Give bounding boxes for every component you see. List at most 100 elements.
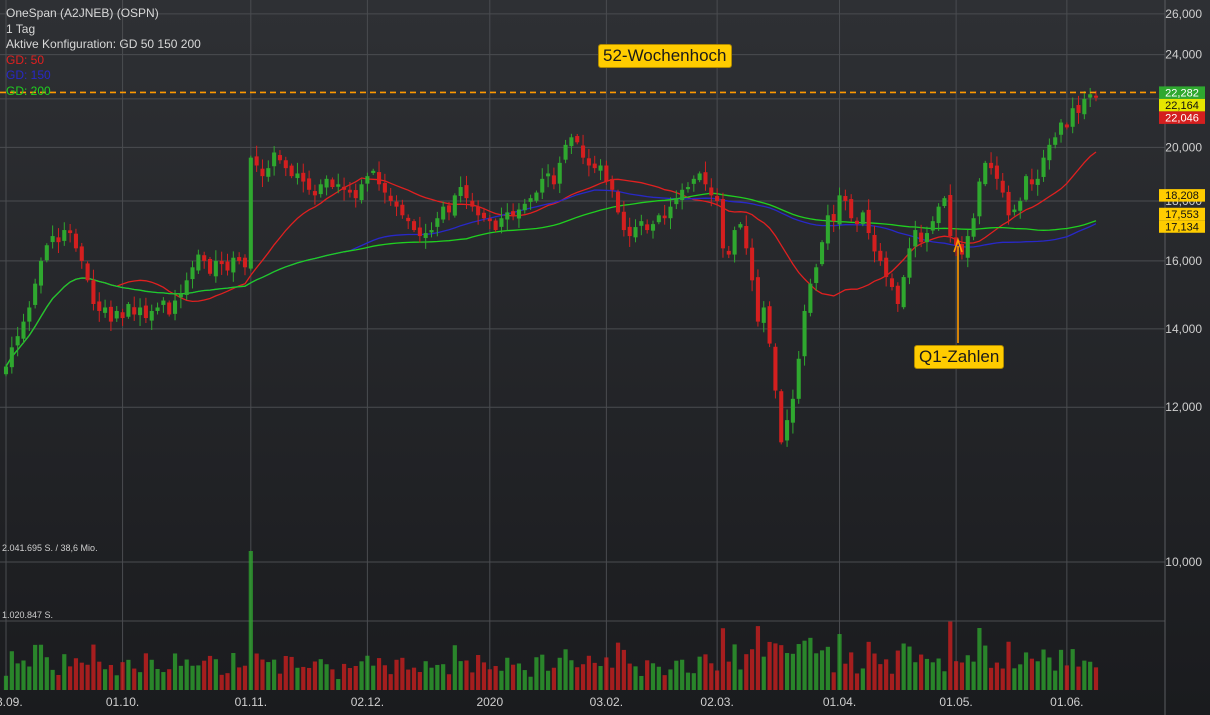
candle-body xyxy=(546,173,551,177)
candle-body xyxy=(307,178,312,190)
candle-body xyxy=(674,198,679,205)
volume-bar xyxy=(231,653,236,690)
candle-body xyxy=(907,248,912,278)
candle-body xyxy=(114,310,119,319)
x-tick-label: 03.09. xyxy=(0,695,23,709)
candle-body xyxy=(505,212,510,220)
candle-body xyxy=(1012,209,1017,213)
volume-bar xyxy=(528,676,533,690)
volume-bar xyxy=(720,628,726,690)
volume-bar xyxy=(207,655,213,690)
candlestick-chart[interactable]: 12,00014,00016,00018,00020,00024,00026,0… xyxy=(0,0,1210,715)
candle-body xyxy=(761,307,766,323)
volume-bar xyxy=(889,673,895,690)
price-label-text: 17,553 xyxy=(1165,209,1199,221)
candle-body xyxy=(516,209,521,219)
volume-bar xyxy=(773,643,778,690)
volume-bar xyxy=(225,673,230,690)
volume-bar xyxy=(172,653,178,690)
volume-bar xyxy=(645,660,650,690)
legend-ma200[interactable]: GD: 200 xyxy=(6,84,201,100)
candle-body xyxy=(318,184,323,195)
candle-body xyxy=(452,195,457,216)
candle-body xyxy=(878,250,883,261)
volume-bar xyxy=(1070,649,1075,690)
candle-body xyxy=(744,226,749,249)
volume-bar xyxy=(312,661,318,690)
candle-body xyxy=(371,170,376,173)
candle-body xyxy=(645,224,650,231)
candle-body xyxy=(971,218,976,237)
candle-body xyxy=(843,195,848,201)
legend-ma50[interactable]: GD: 50 xyxy=(6,53,201,69)
volume-bar xyxy=(843,663,848,690)
candle-body xyxy=(773,346,778,391)
chart-info-panel: OneSpan (A2JNEB) (OSPN) 1 Tag Aktive Kon… xyxy=(6,6,201,99)
candle-body xyxy=(650,224,656,231)
candle-body xyxy=(161,300,166,305)
candle-body xyxy=(895,285,900,305)
candle-body xyxy=(709,187,714,196)
chart-svg[interactable]: 12,00014,00016,00018,00020,00024,00026,0… xyxy=(0,0,1210,715)
candle-body xyxy=(534,192,539,201)
candle-body xyxy=(936,206,941,224)
candle-body xyxy=(575,136,580,143)
volume-bar xyxy=(866,641,871,690)
candle-body xyxy=(831,214,836,222)
candle-body xyxy=(277,155,282,161)
volume-bar xyxy=(277,673,283,690)
ma50-line xyxy=(5,151,1097,367)
price-label-text: 22,164 xyxy=(1165,100,1199,112)
candle-body xyxy=(85,263,90,281)
volume-bar xyxy=(1064,665,1069,690)
volume-bar xyxy=(266,662,271,690)
volume-bar xyxy=(289,656,294,690)
candle-body xyxy=(639,221,644,226)
candle-body xyxy=(680,189,685,201)
price-label-text: 18,208 xyxy=(1165,190,1199,202)
volume-bar xyxy=(97,661,102,690)
candle-body xyxy=(627,226,632,237)
volume-bar xyxy=(435,664,440,690)
candle-body xyxy=(732,230,737,255)
volume-bar xyxy=(592,662,597,690)
volume-bar xyxy=(615,642,621,690)
candle-body xyxy=(994,165,999,179)
candle-body xyxy=(231,257,236,273)
volume-bar xyxy=(516,663,522,690)
candle-body xyxy=(1088,94,1093,98)
volume-bar xyxy=(359,661,364,690)
volume-bar xyxy=(703,654,708,690)
volume-bar xyxy=(942,671,947,690)
volume-bar xyxy=(260,659,265,690)
volume-bar xyxy=(895,650,900,690)
volume-bar xyxy=(545,670,551,690)
candle-body xyxy=(604,165,609,182)
volume-bar xyxy=(347,668,353,690)
candle-body xyxy=(866,209,871,234)
volume-bar xyxy=(1058,649,1064,690)
legend-ma150[interactable]: GD: 150 xyxy=(6,68,201,84)
candle-body xyxy=(1041,157,1046,177)
candle-body xyxy=(528,198,533,202)
candle-body xyxy=(213,260,218,277)
volume-bar xyxy=(341,663,347,690)
y-tick-label: 14,000 xyxy=(1165,322,1202,336)
volume-bar xyxy=(219,674,224,690)
volume-bar xyxy=(56,674,61,690)
candle-body xyxy=(1093,95,1099,98)
volume-bar xyxy=(755,626,761,690)
candle-body xyxy=(487,218,492,222)
candle-body xyxy=(1058,122,1064,135)
candle-body xyxy=(103,307,108,313)
candle-body xyxy=(27,307,32,322)
volume-bar xyxy=(639,675,644,690)
x-tick-label: 2020 xyxy=(476,695,503,709)
volume-bar xyxy=(854,673,860,690)
candle-body xyxy=(1024,176,1029,200)
candle-body xyxy=(207,258,213,274)
volume-bar xyxy=(190,665,195,690)
candle-body xyxy=(21,321,26,339)
candle-body xyxy=(359,184,364,201)
candle-body xyxy=(347,189,352,193)
